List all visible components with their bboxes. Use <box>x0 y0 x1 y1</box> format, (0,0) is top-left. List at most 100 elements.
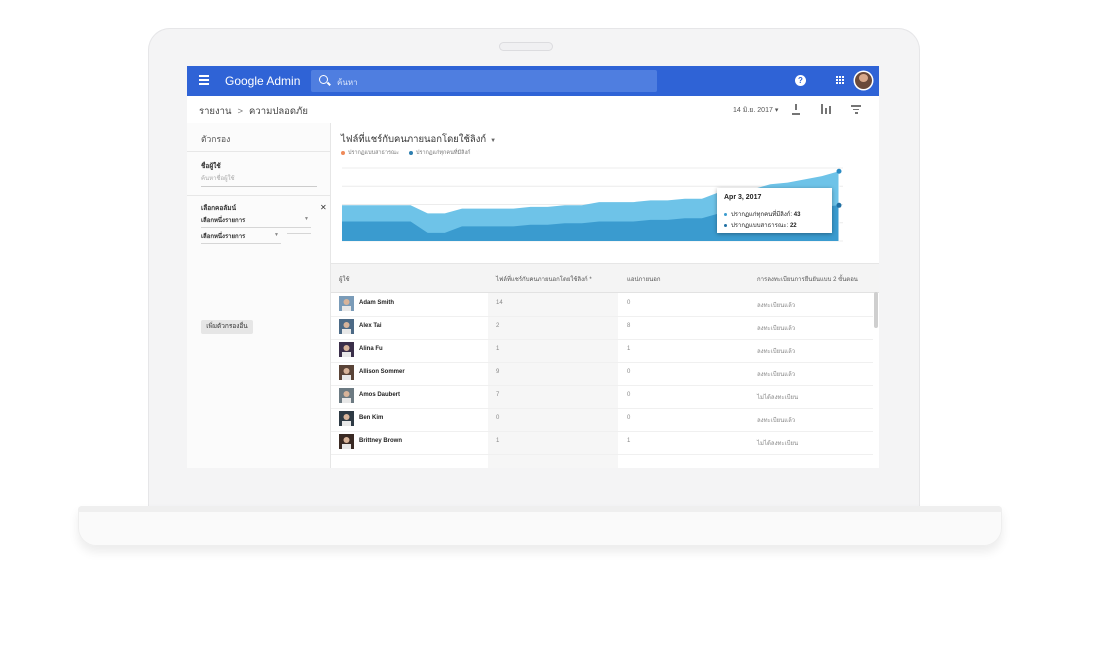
apps-count: 0 <box>627 300 631 306</box>
search-input[interactable] <box>335 73 649 91</box>
users-table: ผู้ใช้ ไฟล์ที่แชร์กับคนภายนอกโดยใช้ลิงก์… <box>331 264 879 468</box>
tooltip-date: Apr 3, 2017 <box>724 194 762 201</box>
breadcrumb-bar: รายงาน > ความปลอดภัย 14 มิ.ย. 2017 ▾ <box>187 96 879 124</box>
links-count: 1 <box>496 346 500 352</box>
column-header-user[interactable]: ผู้ใช้ <box>339 274 350 284</box>
user-name[interactable]: Brittney Brown <box>359 438 402 444</box>
manage-columns-icon[interactable] <box>821 104 831 114</box>
hover-point-public <box>836 202 842 208</box>
help-icon[interactable]: ? <box>795 75 806 86</box>
chart-card: ไฟล์ที่แชร์กับคนภายนอกโดยใช้ลิงก์ ▼ ปรากฏ… <box>331 123 879 264</box>
links-count: 1 <box>496 438 500 444</box>
user-avatar <box>339 319 354 334</box>
table-row[interactable]: Allison Sommer 9 0 ลงทะเบียนแล้ว <box>331 362 873 386</box>
table-row[interactable]: Alina Fu 1 1 ลงทะเบียนแล้ว <box>331 339 873 363</box>
date-value: 14 มิ.ย. 2017 <box>733 107 773 114</box>
sort-indicator: * <box>589 277 592 283</box>
twosv-status: ไม่ได้ลงทะเบียน <box>757 441 799 447</box>
user-name[interactable]: Alex Tai <box>359 323 382 329</box>
user-avatar <box>339 411 354 426</box>
column-header-links[interactable]: ไฟล์ที่แชร์กับคนภายนอกโดยใช้ลิงก์ * <box>496 274 592 284</box>
search-box[interactable] <box>311 70 657 92</box>
tooltip-row1-value: 43 <box>793 212 801 218</box>
table-row[interactable]: Ben Kim 0 0 ลงทะเบียนแล้ว <box>331 408 873 432</box>
table-row[interactable]: Alex Tai 2 8 ลงทะเบียนแล้ว <box>331 316 873 340</box>
breadcrumb: รายงาน > ความปลอดภัย <box>199 104 308 119</box>
breadcrumb-separator: > <box>237 106 244 117</box>
value-select[interactable] <box>287 231 311 234</box>
tooltip-row2-value: 22 <box>789 223 797 229</box>
app-brand[interactable]: Google Admin <box>225 74 300 88</box>
column-header-apps[interactable]: แอปภายนอก <box>627 274 660 284</box>
laptop-base-lip <box>78 506 1002 512</box>
table-row[interactable]: Amos Daubert 7 0 ไม่ได้ลงทะเบียน <box>331 385 873 409</box>
scrollbar[interactable] <box>874 292 878 328</box>
breadcrumb-reports[interactable]: รายงาน <box>199 106 231 117</box>
username-filter-input[interactable]: ค้นหาชื่อผู้ใช้ <box>201 173 317 187</box>
chevron-down-icon: ▼ <box>304 216 309 222</box>
column-select-1[interactable]: เลือกหนึ่งรายการ ▼ <box>201 215 311 228</box>
table-row[interactable]: Adam Smith 14 0 ลงทะเบียนแล้ว <box>331 293 873 317</box>
download-icon[interactable] <box>791 104 801 115</box>
chevron-down-icon: ▾ <box>774 107 779 114</box>
tooltip-row-link: ปรากฏแก่ทุกคนที่มีลิงก์: 43 <box>724 209 800 219</box>
apps-count: 0 <box>627 415 631 421</box>
chart-tooltip: Apr 3, 2017 ปรากฏแก่ทุกคนที่มีลิงก์: 43 … <box>717 188 832 233</box>
user-avatar <box>339 296 354 311</box>
filter-panel-title: ตัวกรอง <box>201 134 231 144</box>
tooltip-row1-label: ปรากฏแก่ทุกคนที่มีลิงก์: <box>731 212 793 218</box>
apps-count: 0 <box>627 392 631 398</box>
twosv-status: ลงทะเบียนแล้ว <box>757 303 796 309</box>
username-label: ชื่อผู้ใช้ <box>201 163 221 170</box>
tooltip-dot <box>724 212 727 216</box>
table-header: ผู้ใช้ ไฟล์ที่แชร์กับคนภายนอกโดยใช้ลิงก์… <box>331 264 879 293</box>
twosv-status: ลงทะเบียนแล้ว <box>757 418 796 424</box>
tooltip-dot <box>724 223 727 227</box>
user-avatar <box>339 342 354 357</box>
divider <box>187 151 330 152</box>
laptop-base <box>78 506 1002 546</box>
user-name[interactable]: Allison Sommer <box>359 369 405 375</box>
links-count: 9 <box>496 369 500 375</box>
divider <box>187 195 330 196</box>
column-label: เลือกคอลัมน์ <box>201 205 237 212</box>
chevron-down-icon: ▼ <box>274 232 279 238</box>
filter-panel: ตัวกรอง ชื่อผู้ใช้ ค้นหาชื่อผู้ใช้ เลือก… <box>187 123 331 468</box>
tooltip-row2-label: ปรากฏแบบสาธารณะ: <box>731 223 789 229</box>
apps-count: 1 <box>627 346 631 352</box>
column-select-2-value: เลือกหนึ่งรายการ <box>201 234 246 240</box>
account-avatar[interactable] <box>855 72 872 89</box>
user-name[interactable]: Ben Kim <box>359 415 383 421</box>
user-name[interactable]: Alina Fu <box>359 346 383 352</box>
twosv-status: ลงทะเบียนแล้ว <box>757 326 796 332</box>
breadcrumb-security: ความปลอดภัย <box>249 106 308 117</box>
add-filter-button[interactable]: เพิ่มตัวกรองอื่น <box>201 320 253 334</box>
links-count: 7 <box>496 392 500 398</box>
search-icon[interactable] <box>319 75 328 84</box>
laptop-screen: Google Admin ? รายงาน > ความปลอดภัย 14 มิ.… <box>187 66 879 468</box>
apps-count: 8 <box>627 323 631 329</box>
user-avatar <box>339 365 354 380</box>
user-name[interactable]: Adam Smith <box>359 300 394 306</box>
hamburger-menu-icon[interactable] <box>199 75 209 87</box>
table-row[interactable]: Brittney Brown 1 1 ไม่ได้ลงทะเบียน <box>331 431 873 455</box>
column-select-1-value: เลือกหนึ่งรายการ <box>201 218 246 224</box>
user-name[interactable]: Amos Daubert <box>359 392 400 398</box>
hover-point-link <box>836 168 842 174</box>
apps-grid-icon[interactable] <box>836 76 845 85</box>
laptop-camera <box>499 42 553 51</box>
column-select-2[interactable]: เลือกหนึ่งรายการ ▼ <box>201 231 281 244</box>
links-count: 2 <box>496 323 500 329</box>
links-count: 14 <box>496 300 503 306</box>
top-app-bar: Google Admin ? <box>187 66 879 96</box>
date-selector[interactable]: 14 มิ.ย. 2017 ▾ <box>733 105 778 116</box>
filter-icon[interactable] <box>851 105 861 114</box>
twosv-status: ไม่ได้ลงทะเบียน <box>757 395 799 401</box>
column-header-2sv[interactable]: การลงทะเบียนการยืนยันแบบ 2 ขั้นตอน <box>757 274 858 284</box>
links-count: 0 <box>496 415 500 421</box>
twosv-status: ลงทะเบียนแล้ว <box>757 372 796 378</box>
close-icon[interactable]: ✕ <box>320 203 327 212</box>
tooltip-row-public: ปรากฏแบบสาธารณะ: 22 <box>724 220 797 230</box>
apps-count: 1 <box>627 438 631 444</box>
twosv-status: ลงทะเบียนแล้ว <box>757 349 796 355</box>
